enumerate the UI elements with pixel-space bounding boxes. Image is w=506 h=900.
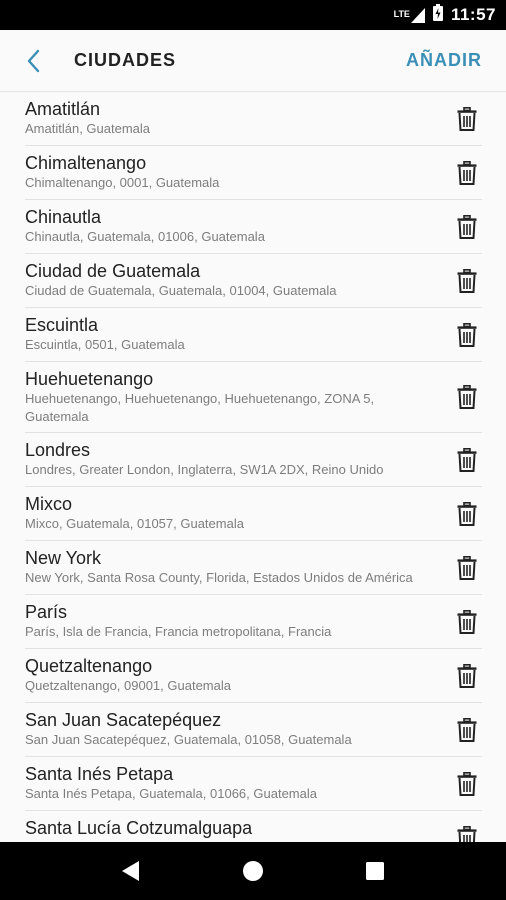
delete-city-button[interactable] [456, 825, 478, 842]
city-address: Chinautla, Guatemala, 01006, Guatemala [25, 229, 265, 244]
trash-icon [457, 825, 477, 842]
delete-city-button[interactable] [456, 609, 478, 635]
triangle-back-icon [122, 861, 139, 881]
city-name: Amatitlán [25, 99, 101, 119]
city-list-item[interactable]: Huehuetenango Huehuetenango, Huehuetenang… [25, 362, 482, 433]
city-name: Chimaltenango [25, 153, 147, 173]
lte-signal-icon: LTE [393, 7, 425, 23]
trash-icon [457, 609, 477, 634]
city-name: New York [25, 548, 102, 568]
nav-home-button[interactable] [233, 851, 273, 891]
delete-city-button[interactable] [456, 447, 478, 473]
square-recents-icon [366, 862, 384, 880]
city-name: Huehuetenango [25, 369, 154, 389]
circle-home-icon [243, 861, 263, 881]
city-list-item[interactable]: París París, Isla de Francia, Francia met… [25, 595, 482, 649]
page-title: CIUDADES [74, 50, 177, 70]
nav-recents-button[interactable] [355, 851, 395, 891]
trash-icon [457, 663, 477, 688]
delete-city-button[interactable] [456, 555, 478, 581]
city-list-item[interactable]: Quetzaltenango Quetzaltenango, 09001, Gua… [25, 649, 482, 703]
city-list-item[interactable]: New York New York, Santa Rosa County, Flo… [25, 541, 482, 595]
city-address: Santa Inés Petapa, Guatemala, 01066, Gua… [25, 786, 317, 801]
delete-city-button[interactable] [456, 771, 478, 797]
delete-city-button[interactable] [456, 717, 478, 743]
city-list-item[interactable]: Escuintla Escuintla, 0501, Guatemala [25, 308, 482, 362]
city-address: New York, Santa Rosa County, Florida, Es… [25, 570, 413, 585]
trash-icon [457, 106, 477, 131]
city-address: Londres, Greater London, Inglaterra, SW1… [25, 462, 384, 477]
city-list-item[interactable]: Londres Londres, Greater London, Inglater… [25, 433, 482, 487]
city-address: Escuintla, 0501, Guatemala [25, 337, 185, 352]
city-address: Chimaltenango, 0001, Guatemala [25, 175, 220, 190]
city-name: Chinautla [25, 207, 102, 227]
city-name: Quetzaltenango [25, 656, 153, 676]
city-name: París [25, 602, 68, 622]
nav-back-button[interactable] [111, 851, 151, 891]
clock: 11:57 [450, 5, 496, 24]
trash-icon [457, 214, 477, 239]
city-list-item[interactable]: Chinautla Chinautla, Guatemala, 01006, Gu… [25, 200, 482, 254]
delete-city-button[interactable] [456, 214, 478, 240]
navigation-bar [0, 842, 506, 900]
city-list-item[interactable]: Santa Lucía Cotzumalguapa [25, 811, 482, 842]
city-address: Ciudad de Guatemala, Guatemala, 01004, G… [25, 283, 337, 298]
back-button[interactable] [26, 41, 56, 81]
battery-charging-icon [432, 4, 443, 26]
city-address: Huehuetenango, Huehuetenango, Huehuetena… [25, 391, 375, 424]
city-address: Mixco, Guatemala, 01057, Guatemala [25, 516, 244, 531]
trash-icon [457, 447, 477, 472]
city-name: Santa Inés Petapa [25, 764, 174, 784]
trash-icon [457, 385, 477, 409]
trash-icon [457, 268, 477, 293]
city-address: Amatitlán, Guatemala [25, 121, 151, 136]
delete-city-button[interactable] [456, 106, 478, 132]
trash-icon [457, 160, 477, 185]
delete-city-button[interactable] [456, 663, 478, 689]
chevron-left-icon [27, 49, 40, 72]
city-name: Ciudad de Guatemala [25, 261, 201, 281]
delete-city-button[interactable] [456, 501, 478, 527]
city-name: San Juan Sacatepéquez [25, 710, 222, 730]
city-address: San Juan Sacatepéquez, Guatemala, 01058,… [25, 732, 352, 747]
app-bar: CIUDADES AÑADIR [0, 30, 506, 92]
city-list-item[interactable]: Chimaltenango Chimaltenango, 0001, Guatem… [25, 146, 482, 200]
city-list-item[interactable]: Santa Inés Petapa Santa Inés Petapa, Guat… [25, 757, 482, 811]
city-list: Amatitlán Amatitlán, Guatemala Chimaltenan… [0, 92, 506, 842]
city-address: París, Isla de Francia, Francia metropol… [25, 624, 332, 639]
delete-city-button[interactable] [456, 384, 478, 410]
city-name: Escuintla [25, 315, 99, 335]
add-city-button[interactable]: AÑADIR [406, 50, 482, 71]
trash-icon [457, 501, 477, 526]
status-bar: LTE 11:57 [0, 0, 506, 30]
city-list-item[interactable]: Ciudad de Guatemala Ciudad de Guatemala, … [25, 254, 482, 308]
city-name: Mixco [25, 494, 73, 514]
trash-icon [457, 717, 477, 742]
city-name: Santa Lucía Cotzumalguapa [25, 818, 253, 838]
city-name: Londres [25, 440, 91, 460]
trash-icon [457, 771, 477, 796]
network-type: LTE [393, 8, 410, 19]
delete-city-button[interactable] [456, 268, 478, 294]
city-list-item[interactable]: Amatitlán Amatitlán, Guatemala [25, 92, 482, 146]
trash-icon [457, 322, 477, 347]
delete-city-button[interactable] [456, 160, 478, 186]
trash-icon [457, 555, 477, 580]
city-list-item[interactable]: San Juan Sacatepéquez San Juan Sacatepéqu… [25, 703, 482, 757]
city-address: Quetzaltenango, 09001, Guatemala [25, 678, 231, 693]
city-list-item[interactable]: Mixco Mixco, Guatemala, 01057, Guatemala [25, 487, 482, 541]
delete-city-button[interactable] [456, 322, 478, 348]
